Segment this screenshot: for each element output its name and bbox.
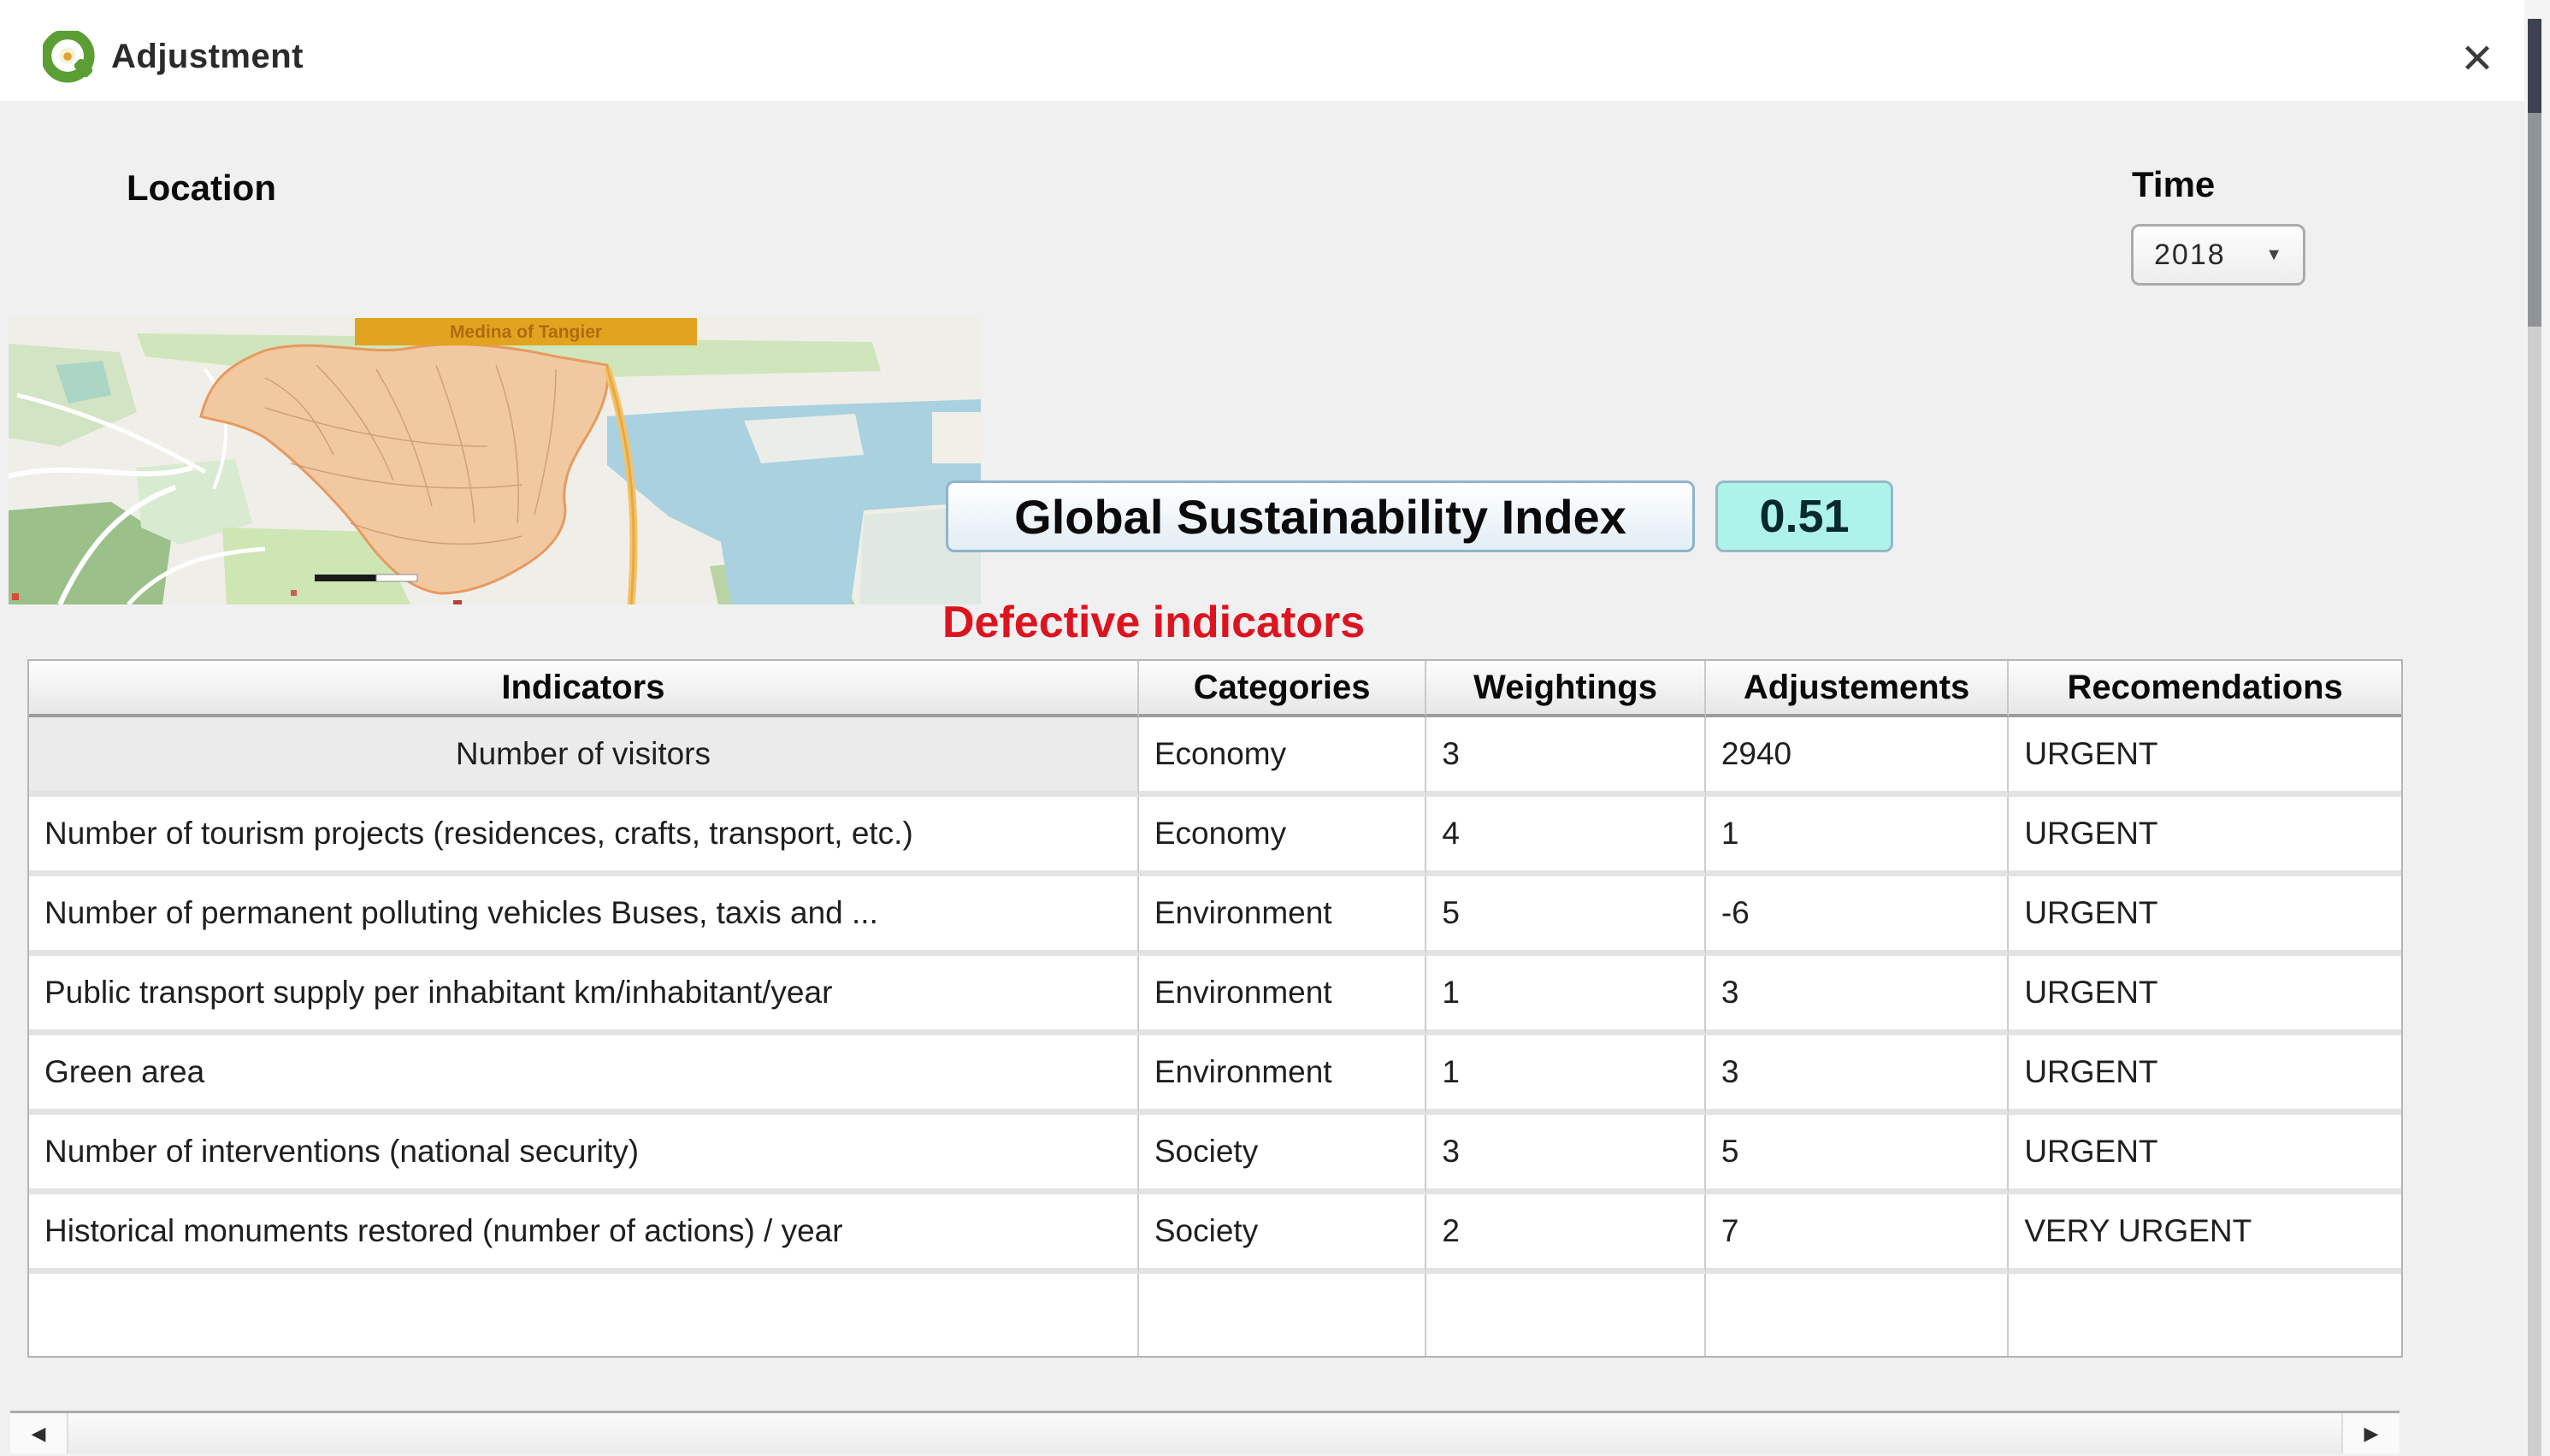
gsi-label-box: Global Sustainability Index <box>946 480 1695 552</box>
table-row: Green areaEnvironment13URGENT <box>29 1035 2401 1115</box>
cell-indicator[interactable]: Number of tourism projects (residences, … <box>29 797 1139 876</box>
cell-weighting[interactable]: 2 <box>1426 1194 1705 1274</box>
cell-recommendation[interactable]: VERY URGENT <box>2009 1194 2401 1274</box>
cell-weighting[interactable]: 4 <box>1426 797 1705 876</box>
table-row: Public transport supply per inhabitant k… <box>29 956 2401 1035</box>
gsi-value-box: 0.51 <box>1715 480 1893 552</box>
table-row: Number of visitorsEconomy32940URGENT <box>29 717 2401 797</box>
cell-adjustment[interactable]: 5 <box>1706 1115 2010 1194</box>
window-title: Adjustment <box>111 38 304 76</box>
cell-category[interactable]: Economy <box>1139 797 1426 876</box>
cell-weighting[interactable]: 1 <box>1426 956 1705 1035</box>
cell-indicator[interactable]: Number of permanent polluting vehicles B… <box>29 876 1139 956</box>
horizontal-scrollbar[interactable]: ◀ ▶ <box>10 1411 2399 1453</box>
cell-adjustment[interactable]: 3 <box>1706 1035 2010 1115</box>
indicators-table: IndicatorsCategoriesWeightingsAdjustemen… <box>27 659 2403 1358</box>
vertical-scrollbar-thumb[interactable] <box>2528 19 2541 113</box>
dialog-body: Location Time 2018 ▼ <box>0 101 2550 1456</box>
column-header[interactable]: Indicators <box>29 661 1139 717</box>
cell-weighting[interactable]: 1 <box>1426 1035 1705 1115</box>
map-banner-label: Medina of Tangier <box>450 322 602 342</box>
scroll-right-icon[interactable]: ▶ <box>2341 1413 2399 1453</box>
table-row: Number of interventions (national securi… <box>29 1115 2401 1194</box>
column-header[interactable]: Weightings <box>1426 661 1705 717</box>
time-label: Time <box>2132 164 2215 205</box>
cell-category[interactable]: Environment <box>1139 956 1426 1035</box>
cell-indicator[interactable]: Historical monuments restored (number of… <box>29 1194 1139 1274</box>
cell-indicator[interactable]: Number of visitors <box>29 717 1139 797</box>
cell-weighting[interactable]: 5 <box>1426 876 1705 956</box>
cell-adjustment[interactable]: 2940 <box>1706 717 2010 797</box>
location-label: Location <box>127 168 276 209</box>
adjustment-dialog: Adjustment ✕ Location Time 2018 ▼ <box>0 0 2550 1456</box>
table-row <box>29 1274 2401 1356</box>
cell-recommendation[interactable] <box>2009 1274 2401 1356</box>
cell-category[interactable]: Environment <box>1139 1035 1426 1115</box>
cell-adjustment[interactable] <box>1706 1274 2010 1356</box>
cell-category[interactable]: Economy <box>1139 717 1426 797</box>
table-row: Number of permanent polluting vehicles B… <box>29 876 2401 956</box>
vertical-scrollbar[interactable] <box>2524 0 2550 1456</box>
column-header[interactable]: Adjustements <box>1706 661 2010 717</box>
table-row: Historical monuments restored (number of… <box>29 1194 2401 1274</box>
cell-recommendation[interactable]: URGENT <box>2009 1035 2401 1115</box>
cell-adjustment[interactable]: 1 <box>1706 797 2010 876</box>
scroll-left-icon[interactable]: ◀ <box>10 1413 68 1453</box>
cell-category[interactable]: Environment <box>1139 876 1426 956</box>
cell-weighting[interactable] <box>1426 1274 1705 1356</box>
gsi-label: Global Sustainability Index <box>1014 489 1626 545</box>
cell-indicator[interactable]: Green area <box>29 1035 1139 1115</box>
scrollbar-thumb[interactable] <box>68 1413 2341 1453</box>
map-scalebar <box>315 575 376 581</box>
cell-weighting[interactable]: 3 <box>1426 717 1705 797</box>
location-map[interactable]: Medina of Tangier <box>9 318 981 604</box>
defective-indicators-label: Defective indicators <box>942 597 1365 648</box>
time-year-dropdown[interactable]: 2018 ▼ <box>2131 224 2305 286</box>
cell-category[interactable]: Society <box>1139 1194 1426 1274</box>
cell-recommendation[interactable]: URGENT <box>2009 876 2401 956</box>
cell-adjustment[interactable]: 7 <box>1706 1194 2010 1274</box>
chevron-down-icon: ▼ <box>2265 245 2282 265</box>
cell-adjustment[interactable]: 3 <box>1706 956 2010 1035</box>
cell-recommendation[interactable]: URGENT <box>2009 717 2401 797</box>
cell-recommendation[interactable]: URGENT <box>2009 956 2401 1035</box>
cell-category[interactable]: Society <box>1139 1115 1426 1194</box>
cell-recommendation[interactable]: URGENT <box>2009 1115 2401 1194</box>
cell-indicator[interactable] <box>29 1274 1139 1356</box>
title-bar: Adjustment ✕ <box>0 0 2550 101</box>
cell-indicator[interactable]: Public transport supply per inhabitant k… <box>29 956 1139 1035</box>
cell-adjustment[interactable]: -6 <box>1706 876 2010 956</box>
cell-indicator[interactable]: Number of interventions (national securi… <box>29 1115 1139 1194</box>
cell-weighting[interactable]: 3 <box>1426 1115 1705 1194</box>
table-row: Number of tourism projects (residences, … <box>29 797 2401 876</box>
time-year-value: 2018 <box>2154 239 2226 272</box>
column-header[interactable]: Recomendations <box>2009 661 2401 717</box>
cell-category[interactable] <box>1139 1274 1426 1356</box>
qgis-logo-icon <box>43 31 96 84</box>
cell-recommendation[interactable]: URGENT <box>2009 797 2401 876</box>
close-icon[interactable]: ✕ <box>2447 29 2507 89</box>
table-header-row: IndicatorsCategoriesWeightingsAdjustemen… <box>29 661 2401 717</box>
column-header[interactable]: Categories <box>1139 661 1426 717</box>
gsi-value: 0.51 <box>1759 490 1849 543</box>
